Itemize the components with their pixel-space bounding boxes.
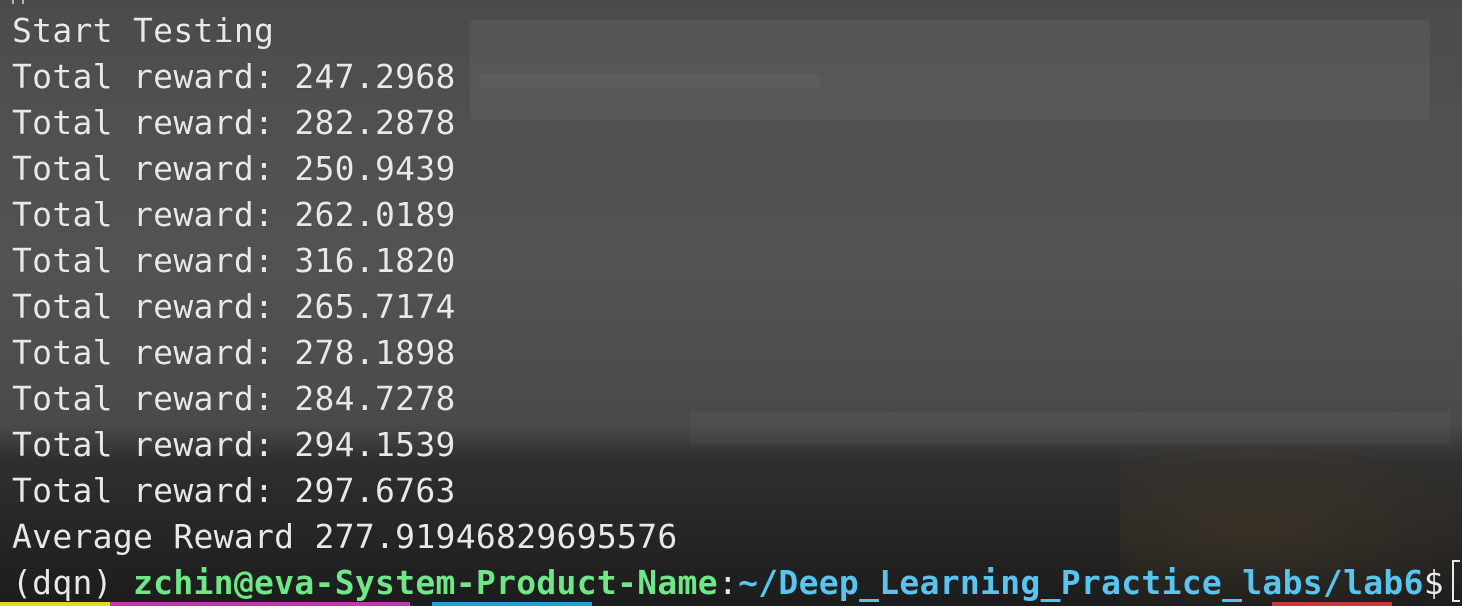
dock-indicator-red <box>1272 602 1392 606</box>
output-line-reward: Total reward: 316.1820 <box>12 241 456 280</box>
dock-indicator-magenta <box>110 602 410 606</box>
output-line-reward: Total reward: 250.9439 <box>12 149 456 188</box>
output-line-reward: Total reward: 294.1539 <box>12 425 456 464</box>
dock-indicator-blue <box>432 602 592 606</box>
conda-env-label: (dqn) <box>12 563 134 602</box>
scrolled-off-text-fragment <box>12 0 24 4</box>
prompt-symbol: $ <box>1423 563 1444 602</box>
output-line-reward: Total reward: 282.2878 <box>12 103 456 142</box>
output-line-reward: Total reward: 297.6763 <box>12 471 456 510</box>
prompt-user-host: zchin@eva-System-Product-Name <box>133 563 718 602</box>
prompt-working-directory: ~/Deep_Learning_Practice_labs/lab6 <box>738 563 1424 602</box>
output-line-reward: Total reward: 278.1898 <box>12 333 456 372</box>
output-line-average-reward: Average Reward 277.91946829695576 <box>12 517 678 556</box>
terminal-output: Start Testing Total reward: 247.2968 Tot… <box>12 8 1444 606</box>
dock-indicator-yellow <box>0 602 110 606</box>
output-line-reward: Total reward: 262.0189 <box>12 195 456 234</box>
dock-gap <box>410 602 432 606</box>
output-line-reward: Total reward: 284.7278 <box>12 379 456 418</box>
prompt-separator: : <box>717 563 739 602</box>
terminal-cursor <box>1452 560 1460 602</box>
dock-indicator-strip <box>0 602 1462 606</box>
output-line-reward: Total reward: 247.2968 <box>12 57 456 96</box>
dock-gap <box>592 602 1272 606</box>
output-line-start-testing: Start Testing <box>12 11 275 50</box>
terminal-window[interactable]: Start Testing Total reward: 247.2968 Tot… <box>0 0 1462 606</box>
output-line-reward: Total reward: 265.7174 <box>12 287 456 326</box>
shell-prompt[interactable]: (dqn) zchin@eva-System-Product-Name:~/De… <box>12 560 1444 606</box>
